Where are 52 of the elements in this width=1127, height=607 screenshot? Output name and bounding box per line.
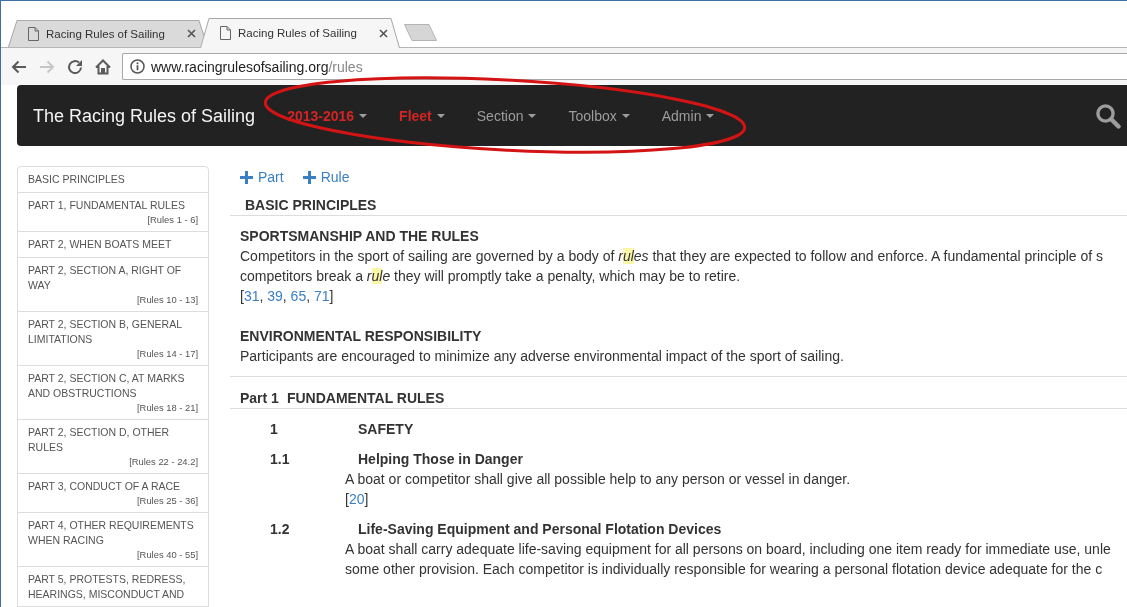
part-number: Part 1 [240, 389, 279, 408]
rule-text: A boat shall carry adequate life-saving equipment for all persons on board, including one item ready for immediate use, unle some other provision. Each competitor is individually responsible for wearing a personal flotation device adequate for the c [345, 540, 1111, 579]
rule-references: [20] [345, 490, 369, 509]
search-icon[interactable] [1095, 102, 1121, 129]
sidebar-item[interactable]: PART 4, OTHER REQUIREMENTS WHEN RACING [Rules 40 - 55] [17, 512, 209, 567]
article-title: ENVIRONMENTAL RESPONSIBILITY [240, 327, 482, 346]
add-link[interactable]: Rule [302, 168, 350, 186]
sidebar-item[interactable]: PART 2, SECTION B, GENERAL LIMITATIONS [Rules 14 - 17] [17, 311, 209, 366]
site-title[interactable]: The Racing Rules of Sailing [33, 103, 256, 128]
section-heading: BASIC PRINCIPLES [245, 196, 377, 215]
sidebar-item[interactable]: PART 2, SECTION D, OTHER RULES [Rules 22 - 24.2] [17, 419, 209, 474]
caret-icon [359, 113, 368, 118]
rule-title: SAFETY [358, 420, 414, 439]
article-text: Participants are encouraged to minimize any adverse environmental impact of the sport of sailing. [240, 347, 844, 366]
info-icon[interactable] [130, 59, 145, 74]
reference-link[interactable]: 39 [267, 288, 283, 304]
plus-icon [240, 170, 253, 184]
caret-icon [706, 113, 715, 118]
sidebar-item[interactable]: PART 3, CONDUCT OF A RACE [Rules 25 - 36] [17, 473, 209, 513]
part-title: FUNDAMENTAL RULES [286, 389, 445, 408]
page-icon [28, 26, 39, 41]
rule-number: 1.2 [270, 521, 290, 537]
rule-number: 1 [270, 421, 278, 437]
page-icon [220, 26, 231, 40]
close-icon[interactable] [187, 29, 196, 38]
sidebar-item[interactable]: PART 5, PROTESTS, REDRESS, HEARINGS, MISCONDUCT AND [17, 566, 209, 607]
reference-link[interactable]: 71 [313, 288, 330, 304]
browser-tab[interactable]: Racing Rules of Sailing [200, 18, 400, 48]
close-icon[interactable] [379, 28, 388, 38]
rule-title: Helping Those in Danger [358, 450, 523, 469]
caret-icon [621, 113, 630, 118]
article-title: SPORTSMANSHIP AND THE RULES [240, 227, 479, 246]
reload-icon[interactable] [66, 57, 84, 76]
rule-references: [31, 39, 65, 71] [240, 287, 334, 306]
sidebar-item[interactable]: PART 1, FUNDAMENTAL RULES [Rules 1 - 6] [17, 192, 209, 232]
caret-icon [436, 113, 445, 118]
house-icon[interactable] [94, 57, 112, 76]
plus-icon [302, 170, 316, 184]
nav-menu[interactable]: Toolbox [552, 95, 646, 136]
rule-number: 1.1 [270, 451, 290, 467]
rule-title: Life-Saving Equipment and Personal Flotation Devices [358, 520, 722, 539]
nav-menu[interactable]: Admin [645, 95, 731, 136]
nav-menu[interactable]: Section [460, 95, 553, 136]
sidebar-item[interactable]: PART 2, WHEN BOATS MEET [17, 231, 209, 258]
sidebar-item[interactable]: BASIC PRINCIPLES [17, 166, 209, 193]
address-bar[interactable]: www.racingrulesofsailing.org/rules [122, 53, 1127, 80]
article-text: Competitors in the sport of sailing are governed by a body of rules that they are expected to follow and enforce. A fundamental principle of s competitors break a rule they will promptly take a penalty, which may be to retire. [240, 247, 1104, 286]
sidebar-item[interactable]: PART 2, SECTION A, RIGHT OF WAY [Rules 10 - 13] [17, 257, 209, 312]
sidebar-item[interactable]: PART 2, SECTION C, AT MARKS AND OBSTRUCTIONS [Rules 18 - 21] [17, 365, 209, 420]
caret-icon [528, 113, 537, 118]
rule-text: A boat or competitor shall give all possible help to any person or vessel in danger. [345, 470, 851, 489]
add-link[interactable]: Part [240, 168, 284, 186]
